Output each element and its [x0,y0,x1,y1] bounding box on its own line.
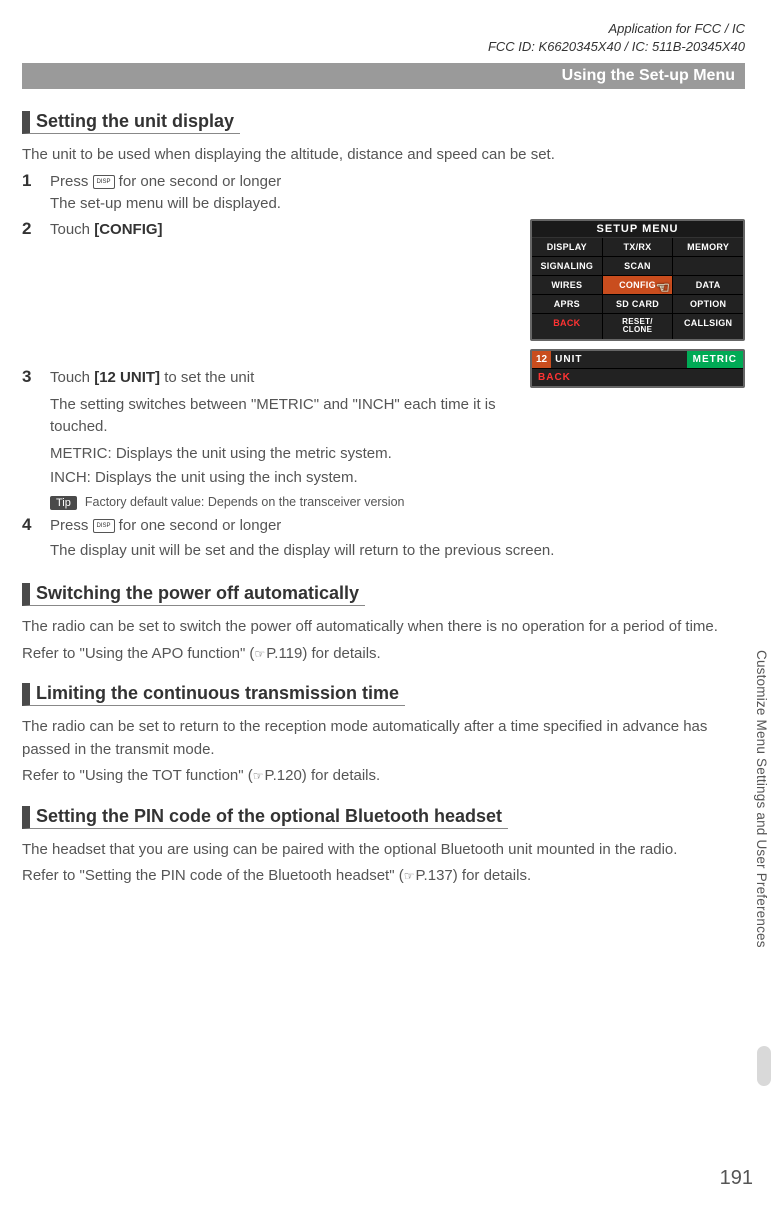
step1-sub: The set-up menu will be displayed. [50,193,745,216]
step4-text-a: Press [50,517,93,534]
step-2-body: Touch [CONFIG] [50,219,520,242]
side-tab-marker [757,1046,771,1086]
breadcrumb: Using the Set-up Menu [22,63,745,89]
section-title-pin: Setting the PIN code of the optional Blu… [22,806,508,829]
step1-text-a: Press [50,173,93,190]
pin-p1: The headset that you are using can be pa… [22,839,745,862]
unit-display-intro: The unit to be used when displaying the … [22,144,745,167]
pointer-icon: ☞ [254,645,265,663]
step3-rest: to set the unit [160,369,254,386]
step-3-body: Touch [12 UNIT] to set the unit The sett… [50,367,520,490]
menu-txrx[interactable]: TX/RX [603,238,673,256]
tip-badge: Tip [50,496,77,510]
menu-back[interactable]: BACK [532,314,602,340]
step-number-2: 2 [22,219,40,242]
section-title-unit-display: Setting the unit display [22,111,240,134]
menu-blank [673,257,743,275]
pointer-icon: ☞ [253,767,264,785]
step4-sub: The display unit will be set and the dis… [50,540,745,563]
unit-row-value: METRIC [687,351,743,368]
menu-memory[interactable]: MEMORY [673,238,743,256]
unit-setting-screenshot: 12 UNIT METRIC BACK [530,349,745,388]
step2-bold: [CONFIG] [94,221,162,238]
step3-sub1: The setting switches between "METRIC" an… [50,394,520,439]
header-app: Application for FCC / IC FCC ID: K662034… [22,20,745,55]
menu-display[interactable]: DISPLAY [532,238,602,256]
pointer-icon: ☞ [404,867,415,885]
menu-config[interactable]: CONFIG☜ [603,276,673,294]
step-4-body: Press DISP for one second or longer The … [50,515,745,562]
tot-p2: Refer to "Using the TOT function" (☞P.12… [22,765,745,788]
step-number-3: 3 [22,367,40,490]
header-line2: FCC ID: K6620345X40 / IC: 511B-20345X40 [22,38,745,56]
apo-p1: The radio can be set to switch the power… [22,616,745,639]
unit-back[interactable]: BACK [532,369,743,386]
step4-text-b: for one second or longer [115,517,282,534]
setup-menu-title: SETUP MENU [532,221,743,238]
pin-p2: Refer to "Setting the PIN code of the Bl… [22,865,745,888]
step-1-body: Press DISP for one second or longer The … [50,171,745,216]
step-number-4: 4 [22,515,40,562]
tip-text: Factory default value: Depends on the tr… [85,494,405,512]
menu-reset-clone[interactable]: RESET/ CLONE [603,314,673,340]
section-title-apo: Switching the power off automatically [22,583,365,606]
setup-menu-screenshot: SETUP MENU DISPLAY TX/RX MEMORY SIGNALIN… [530,219,745,342]
step3-bold: [12 UNIT] [94,369,160,386]
apo-p2: Refer to "Using the APO function" (☞P.11… [22,643,745,666]
side-chapter-label: Customize Menu Settings and User Prefere… [754,650,769,948]
step-number-1: 1 [22,171,40,216]
menu-data[interactable]: DATA [673,276,743,294]
unit-row-number: 12 [532,351,551,368]
section-title-tot: Limiting the continuous transmission tim… [22,683,405,706]
menu-option[interactable]: OPTION [673,295,743,313]
page-number: 191 [720,1167,753,1190]
disp-button-icon: DISP [93,519,115,533]
step3-sub2: METRIC: Displays the unit using the metr… [50,443,520,466]
menu-sdcard[interactable]: SD CARD [603,295,673,313]
step1-text-b: for one second or longer [115,173,282,190]
step3-sub3: INCH: Displays the unit using the inch s… [50,467,520,490]
menu-signaling[interactable]: SIGNALING [532,257,602,275]
step3-text: Touch [50,369,94,386]
tot-p1: The radio can be set to return to the re… [22,716,745,761]
unit-row-label[interactable]: UNIT [551,351,687,368]
menu-aprs[interactable]: APRS [532,295,602,313]
header-line1: Application for FCC / IC [22,20,745,38]
disp-button-icon: DISP [93,175,115,189]
menu-scan[interactable]: SCAN [603,257,673,275]
step2-text: Touch [50,221,94,238]
menu-wires[interactable]: WIRES [532,276,602,294]
menu-callsign[interactable]: CALLSIGN [673,314,743,340]
